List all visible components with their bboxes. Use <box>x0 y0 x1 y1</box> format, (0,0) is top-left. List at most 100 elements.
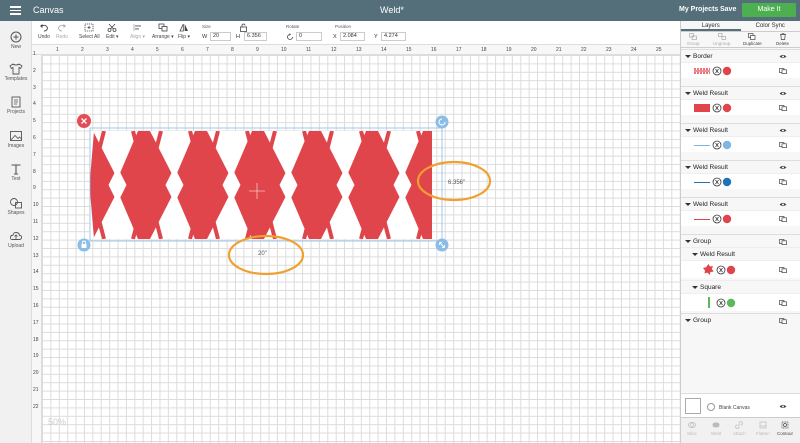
blank-canvas-swatch[interactable] <box>685 398 701 414</box>
layer-row[interactable] <box>681 136 800 152</box>
flatten-button[interactable]: Flatten <box>756 421 770 436</box>
width-dimension-label: 20" <box>258 251 267 257</box>
scale-handle[interactable] <box>435 238 449 252</box>
sidebar-item-projects[interactable]: Projects <box>0 96 32 115</box>
shapes-icon <box>10 198 22 209</box>
hide-contour-icon[interactable] <box>779 300 787 306</box>
sidebar-item-images[interactable]: Images <box>0 130 32 149</box>
ruler-tick-label: 4 <box>33 101 36 108</box>
weld-button[interactable]: Weld <box>711 421 721 436</box>
layer-group-header[interactable]: Weld Result <box>681 197 800 210</box>
hide-contour-icon[interactable] <box>779 318 787 324</box>
cut-operation-icon[interactable] <box>716 298 738 308</box>
ruler-tick-label: 18 <box>33 336 39 343</box>
layer-group-header[interactable]: Group <box>681 234 800 247</box>
eye-icon[interactable] <box>779 128 787 133</box>
cut-operation-icon[interactable] <box>712 140 734 150</box>
redo-button[interactable]: Redo <box>56 23 68 40</box>
expand-arrow-icon <box>692 253 698 256</box>
eye-icon[interactable] <box>779 404 787 409</box>
edit-dropdown[interactable]: Edit ▾ <box>106 23 119 40</box>
delete-handle[interactable] <box>77 114 91 128</box>
ruler-tick-label: 3 <box>33 84 36 91</box>
sidebar-item-upload[interactable]: Upload <box>0 230 32 249</box>
blank-canvas-row[interactable]: Blank Canvas <box>681 393 800 417</box>
layer-row[interactable] <box>681 99 800 115</box>
hide-contour-icon[interactable] <box>779 216 787 222</box>
hide-contour-icon[interactable] <box>779 179 787 185</box>
rotate-handle[interactable] <box>435 115 449 129</box>
my-projects-link[interactable]: My Projects <box>679 6 718 13</box>
attach-button[interactable]: Attach <box>733 421 746 436</box>
arrange-dropdown[interactable]: Arrange ▾ <box>152 23 174 40</box>
eye-icon[interactable] <box>779 202 787 207</box>
save-button[interactable]: Save <box>720 6 736 13</box>
flip-label: Flip ▾ <box>178 34 190 40</box>
blank-canvas-toggle[interactable] <box>707 403 715 411</box>
tab-layers[interactable]: Layers <box>681 21 741 31</box>
layer-subgroup-header[interactable]: Weld Result <box>681 247 800 260</box>
select-all-button[interactable]: Select All <box>79 23 100 40</box>
tab-color-sync[interactable]: Color Sync <box>741 21 800 31</box>
menu-icon[interactable] <box>10 6 21 15</box>
ruler-tick-label: 16 <box>431 47 437 53</box>
group-button[interactable]: Group <box>687 33 700 46</box>
hide-contour-icon[interactable] <box>779 239 787 245</box>
ruler-tick-label: 8 <box>33 168 36 175</box>
layer-subgroup-header[interactable]: Square <box>681 280 800 293</box>
ruler-tick-label: 22 <box>33 403 39 410</box>
cut-operation-icon[interactable] <box>712 103 734 113</box>
hide-contour-icon[interactable] <box>779 142 787 148</box>
flip-dropdown[interactable]: Flip ▾ <box>178 23 190 40</box>
ruler-tick-label: 7 <box>33 151 36 158</box>
sidebar-label: Shapes <box>7 210 25 216</box>
cut-operation-icon[interactable] <box>712 66 734 76</box>
layer-row[interactable] <box>681 293 800 311</box>
layer-group-header[interactable]: Group <box>681 313 800 326</box>
layer-group-header[interactable]: Weld Result <box>681 123 800 136</box>
cut-operation-icon[interactable] <box>716 265 738 275</box>
sidebar-item-templates[interactable]: Templates <box>0 63 32 82</box>
design-canvas[interactable]: 6.356" 20" <box>42 55 680 443</box>
lock-icon[interactable] <box>239 23 248 32</box>
layer-row[interactable] <box>681 62 800 78</box>
slice-button[interactable]: Slice <box>687 421 697 436</box>
eye-icon[interactable] <box>779 165 787 170</box>
align-dropdown[interactable]: Align ▾ <box>130 23 145 40</box>
layer-row[interactable] <box>681 173 800 189</box>
ungroup-button[interactable]: Ungroup <box>713 33 730 46</box>
duplicate-button[interactable]: Duplicate <box>743 33 762 46</box>
delete-button[interactable]: Delete <box>776 33 789 46</box>
vertical-ruler: 1 2 3 4 5 6 7 8 9 10 11 12 13 14 15 16 17 18 19 20 21 22 <box>32 51 42 443</box>
slice-icon <box>688 422 696 428</box>
sidebar-item-shapes[interactable]: Shapes <box>0 197 32 216</box>
y-position-field[interactable]: 4.274 <box>381 32 406 41</box>
hide-contour-icon[interactable] <box>779 68 787 74</box>
lock-handle[interactable] <box>77 238 91 252</box>
hide-contour-icon[interactable] <box>779 267 787 273</box>
cut-operation-icon[interactable] <box>712 214 734 224</box>
height-label: H <box>236 34 240 40</box>
y-label: Y <box>374 34 378 40</box>
undo-button[interactable]: Undo <box>38 23 50 40</box>
height-field[interactable]: 6.356 <box>244 32 267 41</box>
layer-group-header[interactable]: Border <box>681 49 800 62</box>
sidebar-item-new[interactable]: New <box>0 31 32 50</box>
cut-operation-icon[interactable] <box>712 177 734 187</box>
width-field[interactable]: 20 <box>210 32 231 41</box>
sidebar-item-text[interactable]: Text <box>0 163 32 182</box>
layer-group-header[interactable]: Weld Result <box>681 86 800 99</box>
contour-button[interactable]: Contour <box>777 421 793 436</box>
eye-icon[interactable] <box>779 54 787 59</box>
eye-icon[interactable] <box>779 91 787 96</box>
make-it-button[interactable]: Make It <box>742 3 796 17</box>
ruler-tick-label: 7 <box>206 47 209 53</box>
ruler-tick-label: 3 <box>106 47 109 53</box>
rotate-field[interactable]: 0 <box>296 32 322 41</box>
zoom-level[interactable]: 50% <box>48 417 66 427</box>
hide-contour-icon[interactable] <box>779 105 787 111</box>
x-position-field[interactable]: 2.084 <box>340 32 365 41</box>
layer-row[interactable] <box>681 210 800 226</box>
layer-group-header[interactable]: Weld Result <box>681 160 800 173</box>
layer-row[interactable] <box>681 260 800 278</box>
